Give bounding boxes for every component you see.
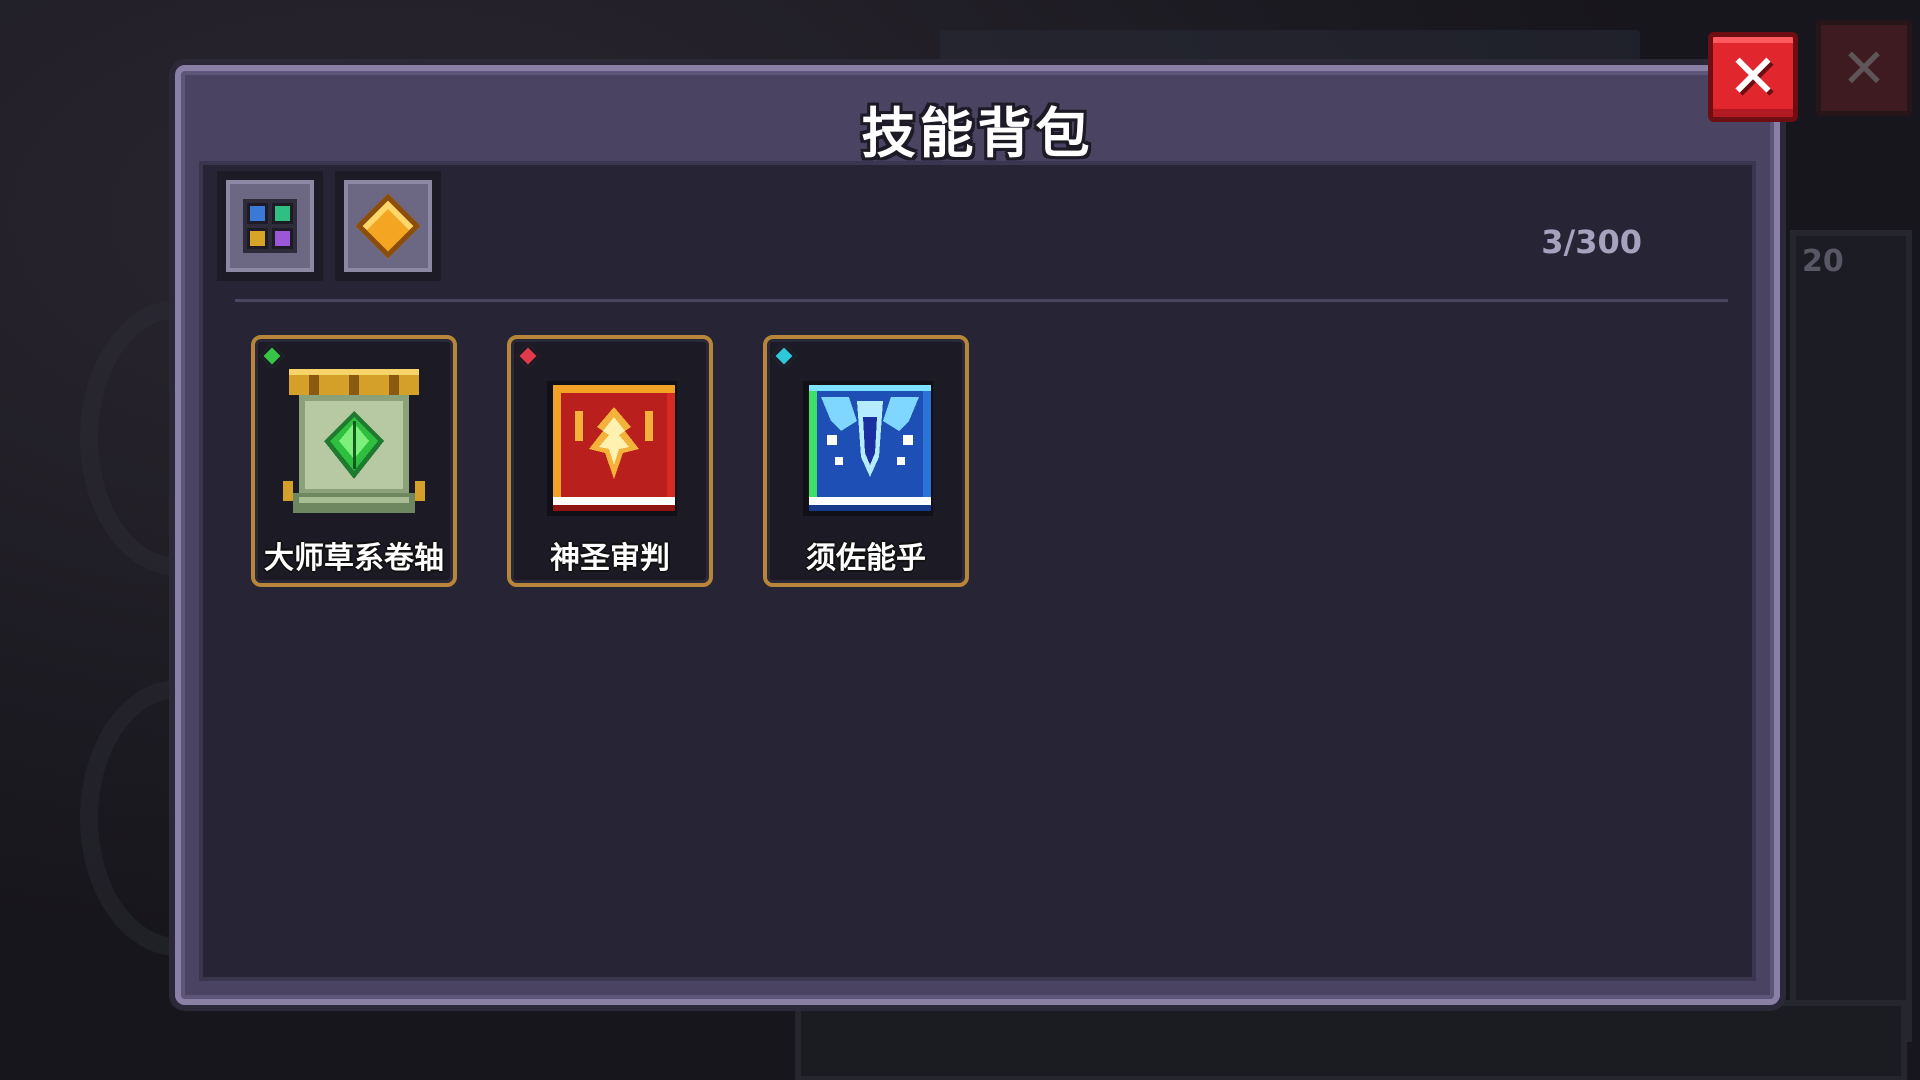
tab-face: [226, 180, 314, 272]
tab-gem-skills[interactable]: [335, 171, 441, 281]
divider: [235, 299, 1728, 302]
tab-all-skills[interactable]: [217, 171, 323, 281]
skill-card[interactable]: 大师草系卷轴: [251, 335, 457, 587]
capacity-counter: 3/300: [1541, 223, 1642, 261]
background-close-button: ✕: [1816, 20, 1912, 116]
dialog-title: 技能背包: [861, 102, 1094, 165]
background-count-label: 20: [1802, 244, 1844, 279]
holy-judgement-book-icon: [547, 381, 677, 516]
filter-tabs: [217, 171, 441, 281]
skill-grid: 大师草系卷轴 神圣审判 须佐能乎: [251, 335, 969, 587]
background-bottom-panel: [795, 1000, 1907, 1080]
green-leaf-scroll-icon: [283, 369, 425, 513]
diamond-icon: [355, 193, 421, 259]
grid-icon: [243, 199, 297, 253]
game-screen: ✕ 20 技能背包 3/300 大师草系卷轴 神圣审判 须佐能乎 ✕: [0, 0, 1920, 1080]
skill-name: 大师草系卷轴: [264, 541, 444, 576]
skill-bag-content: 3/300 大师草系卷轴 神圣审判 须佐能乎: [199, 161, 1756, 981]
skill-bag-dialog: 技能背包 3/300 大师草系卷轴 神圣审判 须佐能乎: [175, 65, 1780, 1005]
skill-card[interactable]: 须佐能乎: [763, 335, 969, 587]
skill-name: 神圣审判: [550, 541, 670, 576]
skill-name: 须佐能乎: [806, 541, 926, 576]
close-icon: ✕: [1727, 42, 1779, 112]
skill-card[interactable]: 神圣审判: [507, 335, 713, 587]
background-side-panel: 20: [1790, 230, 1912, 1042]
background-resource-bar: [940, 30, 1640, 70]
close-button[interactable]: ✕: [1708, 32, 1798, 122]
susanoo-book-icon: [803, 381, 933, 516]
tab-face: [344, 180, 432, 272]
